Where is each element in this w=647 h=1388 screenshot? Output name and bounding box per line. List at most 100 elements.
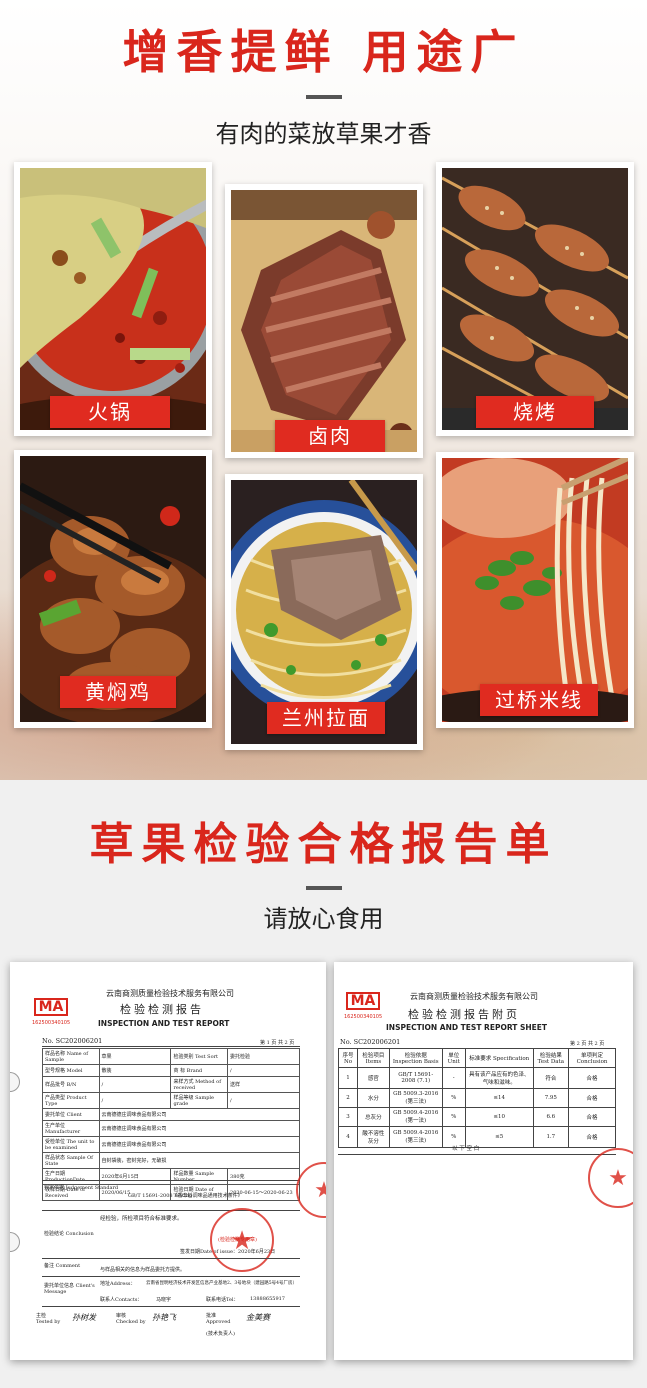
dish-card-hotpot: 火锅 xyxy=(14,162,212,436)
report-field-value: 2020年6月15日 xyxy=(98,1168,172,1185)
report-title-en: INSPECTION AND TEST REPORT xyxy=(98,1019,230,1028)
braised-meat-photo: 卤肉 xyxy=(231,190,417,452)
sheet-results-cell: 1.7 xyxy=(532,1126,570,1148)
sheet-results-cell: - xyxy=(441,1067,466,1089)
report-field-value: / xyxy=(227,1064,300,1077)
dish-label-braised-chicken: 黄焖鸡 xyxy=(60,676,176,708)
sheet-end-note: 以 下 空 白 xyxy=(452,1146,480,1152)
rice-noodles-photo: 过桥米线 xyxy=(442,458,628,722)
sheet-results-cell: 3 xyxy=(337,1107,359,1127)
sheet-results-cell: % xyxy=(441,1107,466,1127)
sheet-title-en: INSPECTION AND TEST REPORT SHEET xyxy=(386,1023,548,1032)
sheet-title-cn: 检验检测报告附页 xyxy=(408,1008,520,1021)
report-info-row: 产品类型 Product Type / 样品等级 Sample grade / xyxy=(42,1092,300,1109)
dish-label-hotpot: 火锅 xyxy=(50,396,170,428)
report-info-table: 样品名称 Name of Sample 草果 检验类别 Test Sort 委托检验型… xyxy=(42,1048,301,1201)
contact-value: 马晓宇 xyxy=(156,1297,172,1303)
sheet-page-number: 第 2 页 共 2 页 xyxy=(570,1041,605,1047)
sheet-column-header: 检验结果 Test Data xyxy=(532,1048,570,1068)
approved-by-signature: 金美赛 xyxy=(246,1313,270,1322)
usage-title-divider xyxy=(306,95,342,99)
sheet-results-cell: ≤10 xyxy=(464,1107,534,1127)
sheet-results-cell: 感官 xyxy=(357,1067,390,1089)
sheet-results-cell: 具有该产品应有的色泽、气味和滋味。 xyxy=(464,1067,534,1089)
page-seal-icon: ★ xyxy=(296,1162,326,1218)
report-field-value: 草果 xyxy=(98,1048,172,1065)
bbq-skewers-photo: 烧烤 xyxy=(442,168,628,430)
tested-by-label: 主检 Tested by xyxy=(36,1313,61,1325)
sheet-results-cell: 合格 xyxy=(568,1126,616,1148)
phone-value: 13888655917 xyxy=(250,1296,285,1302)
page-seal-icon: ★ xyxy=(588,1148,633,1208)
report-field-value: 云南德德庄调味食品有限公司 xyxy=(98,1120,301,1137)
report-field-label: 受检单位 The unit to be examined xyxy=(42,1136,100,1153)
report-field-value: 委托检验 xyxy=(227,1048,300,1065)
approved-by-label: 批准 Approved xyxy=(206,1313,231,1325)
sheet-results-cell: 合格 xyxy=(568,1107,616,1127)
report-field-label: 样品批号 B/N xyxy=(42,1076,100,1093)
sheet-results-cell: 总灰分 xyxy=(357,1107,390,1127)
sheet-results-cell: 合格 xyxy=(568,1088,616,1108)
sheet-org: 云南商测质量检验技术服务有限公司 xyxy=(410,992,538,1001)
sheet-results-cell: GB 5009.4-2016 (第一法) xyxy=(388,1107,443,1127)
sheet-results-cell: 合格 xyxy=(568,1067,616,1089)
dish-label-bbq: 烧烤 xyxy=(476,396,594,428)
dish-label-lanzhou-noodles: 兰州拉面 xyxy=(267,702,385,734)
sheet-results-cell: ≤14 xyxy=(464,1088,534,1108)
usage-section: 增香提鲜 用途广 有肉的菜放草果才香 火锅 卤肉 烧烤 黄焖鸡 兰州拉面 过桥米… xyxy=(0,0,647,780)
report-field-label: 样品数量 Sample Number xyxy=(170,1168,229,1185)
tech-head-label: (技术负责人) xyxy=(206,1331,235,1337)
report-info-row: 样品状态 Sample Of State 自封袋装，密封完好，无破损 xyxy=(42,1152,301,1169)
report-field-value: 散装 xyxy=(98,1064,172,1077)
sheet-column-header: 单位 Unit xyxy=(441,1048,466,1068)
sheet-results-cell: GB 5009.3-2016 (第三法) xyxy=(388,1088,443,1108)
dish-label-rice-noodles: 过桥米线 xyxy=(480,684,598,716)
report-subtitle: 请放心食用 xyxy=(263,905,384,933)
sheet-report-number: No. SC202006201 xyxy=(340,1038,401,1046)
report-field-label: 生产单位 Manufacturer xyxy=(42,1120,100,1137)
report-field-value: 云南德德庄调味食品有限公司 xyxy=(98,1108,301,1121)
sheet-column-header: 标准要求 Specification xyxy=(464,1048,534,1068)
report-info-row: 生产日期 ProductionDate2020年6月15日样品数量 Sample… xyxy=(42,1168,300,1185)
report-info-row: 生产单位 Manufacturer 云南德德庄调味食品有限公司 xyxy=(42,1120,301,1137)
usage-title: 增香提鲜 用途广 xyxy=(122,25,525,79)
conclusion-value: 经检验，所检项目符合标准要求。 xyxy=(100,1216,183,1222)
report-number: No. SC202006201 xyxy=(42,1037,103,1045)
remarks-label: 备注 Comment xyxy=(44,1263,81,1269)
dish-label-braised-meat: 卤肉 xyxy=(275,420,385,452)
lanzhou-noodles-photo: 兰州拉面 xyxy=(231,480,417,744)
sheet-results-cell: 水分 xyxy=(357,1088,390,1108)
cma-mark-number: 162500340105 xyxy=(344,1014,383,1020)
contact-label: 联系人Contacts： xyxy=(100,1297,143,1303)
inspection-report-page: MA 162500340105 云南商测质量检验技术服务有限公司 检验检测报告 … xyxy=(10,962,326,1360)
sheet-results-cell: 6.6 xyxy=(532,1107,570,1127)
sheet-results-cell: 2 xyxy=(337,1088,359,1108)
report-field-label: 产品类型 Product Type xyxy=(42,1092,100,1109)
sheet-results-row: 1 感官 GB/T 15691-2008 (7.1) - 具有该产品应有的色泽、气味和滋… xyxy=(337,1067,616,1089)
cma-mark-number: 162500340105 xyxy=(32,1020,71,1026)
report-field-label: 委托单位 Client xyxy=(42,1108,100,1121)
dish-card-braised-chicken: 黄焖鸡 xyxy=(14,450,212,728)
cma-mark-icon: MA xyxy=(346,992,380,1010)
sheet-results-cell: GB/T 15691-2008 (7.1) xyxy=(388,1067,443,1089)
sheet-column-header: 单项判定 Conclusion xyxy=(568,1048,616,1068)
report-field-label: 样品等级 Sample grade xyxy=(170,1092,229,1109)
report-info-row: 型号规格 Model 散装商 标 Brand / xyxy=(42,1064,300,1077)
report-title-divider xyxy=(306,886,342,890)
report-page-number: 第 1 页 共 2 页 xyxy=(260,1040,295,1046)
report-field-value: 自封袋装，密封完好，无破损 xyxy=(98,1152,301,1169)
report-field-value: / xyxy=(98,1076,172,1093)
report-field-label: 检验类别 Test Sort xyxy=(170,1048,229,1065)
sheet-results-cell: 1 xyxy=(337,1067,359,1089)
report-field-label: 样品状态 Sample Of State xyxy=(42,1152,100,1169)
report-field-label: 型号规格 Model xyxy=(42,1064,100,1077)
address-label: 地址Address： xyxy=(100,1281,136,1287)
phone-label: 联系电话Tel： xyxy=(206,1297,239,1303)
dish-card-bbq: 烧烤 xyxy=(436,162,634,436)
sheet-results-table: 序号 No 检验项目 Items 检验依据 Inspection Basis 单位 U… xyxy=(337,1048,616,1148)
sheet-column-header: 检验依据 Inspection Basis xyxy=(388,1048,443,1068)
sheet-results-cell: % xyxy=(441,1088,466,1108)
checked-by-signature: 孙艳飞 xyxy=(152,1313,176,1322)
report-field-label: 来样方式 Method of received xyxy=(170,1076,229,1093)
braised-chicken-photo: 黄焖鸡 xyxy=(20,456,206,722)
